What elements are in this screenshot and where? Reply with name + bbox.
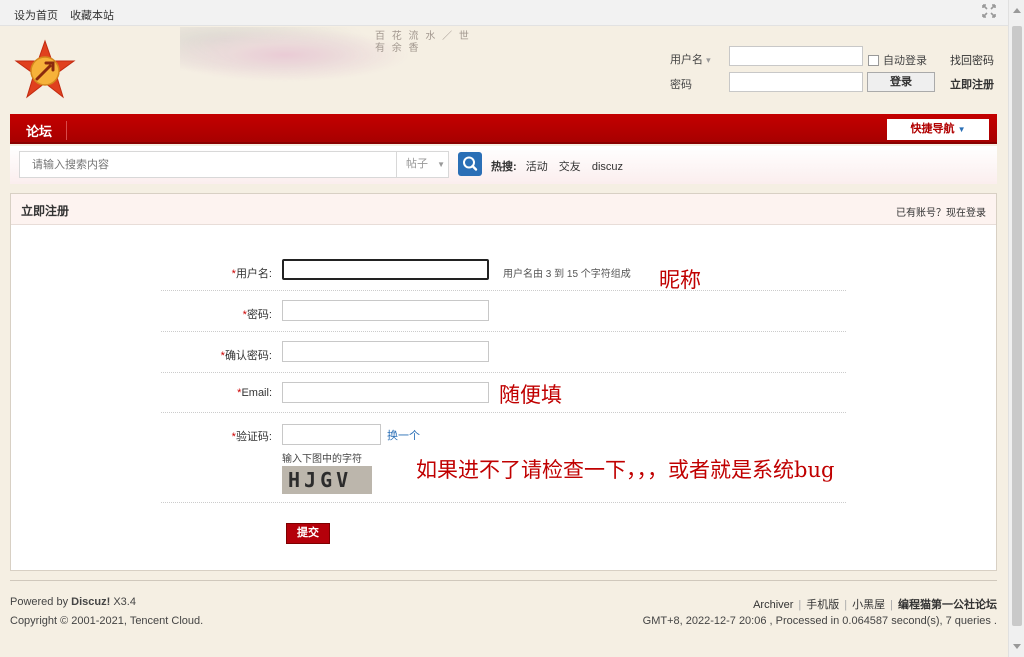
captcha-hint: 输入下图中的字符: [282, 454, 362, 465]
note-captcha: 如果进不了请检查一下，，，或者就是系统bug: [416, 458, 835, 482]
confirm-password-field[interactable]: [282, 341, 489, 362]
password-field-label: *密码:: [242, 309, 272, 321]
site-logo[interactable]: [12, 39, 78, 101]
footer-link-archiver[interactable]: Archiver: [753, 599, 793, 611]
hot-searches: 热搜: 活动 交友 discuz: [491, 158, 631, 174]
login-button[interactable]: 登录: [867, 72, 935, 92]
form-row-password: *密码:: [161, 291, 846, 332]
fullscreen-toggle-icon[interactable]: [982, 4, 996, 21]
chevron-down-icon: ▼: [437, 160, 445, 169]
auto-login[interactable]: 自动登录: [868, 52, 927, 68]
search-button[interactable]: [458, 152, 482, 176]
search-icon: [463, 156, 478, 171]
footer-link-blacklist[interactable]: 小黑屋: [852, 599, 885, 611]
scrollbar-thumb[interactable]: [1012, 26, 1022, 626]
confirm-password-field-label: *确认密码:: [220, 350, 272, 362]
hot-search-item[interactable]: 交友: [559, 161, 581, 173]
email-field[interactable]: [282, 382, 489, 403]
auto-login-checkbox[interactable]: [868, 55, 879, 66]
note-email: 随便填: [499, 383, 562, 407]
header-decoration-image: 百 花 流 水 ／ 世 有 余 香: [180, 27, 480, 97]
email-field-label: *Email:: [237, 387, 272, 399]
submit-button[interactable]: 提交: [286, 523, 330, 544]
search-bar: 帖子 ▼ 热搜: 活动 交友 discuz: [10, 146, 997, 184]
register-link[interactable]: 立即注册: [950, 76, 994, 92]
top-links: 设为首页 收藏本站: [14, 7, 123, 23]
form-row-confirm-password: *确认密码:: [161, 332, 846, 373]
login-username-input[interactable]: [729, 46, 863, 66]
set-home-link[interactable]: 设为首页: [14, 10, 58, 22]
form-row-username: *用户名: 用户名由 3 到 15 个字符组成: [161, 256, 846, 291]
footer-site-name[interactable]: 编程猫第一公社论坛: [898, 599, 997, 611]
register-panel-header: 立即注册 已有账号？现在登录: [11, 194, 996, 225]
chevron-down-icon: ▼: [957, 125, 966, 134]
password-field[interactable]: [282, 300, 489, 321]
username-field[interactable]: [282, 259, 489, 280]
search-type-select[interactable]: 帖子 ▼: [396, 151, 449, 178]
site-footer: Powered by Discuz! X3.4 Copyright © 2001…: [10, 580, 997, 640]
password-label: 密码: [670, 79, 692, 91]
page-title: 立即注册: [21, 204, 70, 218]
login-now-link[interactable]: 已有账号？现在登录: [896, 204, 986, 219]
captcha-image[interactable]: HJGV: [282, 466, 372, 494]
site-header: 百 花 流 水 ／ 世 有 余 香 用户名 ▾ 自动登录 找回密码 密码 登录 …: [0, 27, 1008, 113]
bookmark-link[interactable]: 收藏本站: [70, 10, 114, 22]
username-field-label: *用户名:: [231, 268, 272, 280]
search-input[interactable]: [19, 151, 396, 178]
hot-search-label: 热搜:: [491, 161, 517, 173]
hot-search-item[interactable]: discuz: [592, 161, 623, 173]
captcha-field[interactable]: [282, 424, 381, 445]
scroll-down-icon[interactable]: [1013, 644, 1021, 649]
username-label: 用户名 ▾: [670, 54, 711, 66]
register-panel: 立即注册 已有账号？现在登录 *用户名: 用户名由 3 到 15 个字符组成 昵…: [10, 193, 997, 571]
note-username: 昵称: [659, 268, 701, 292]
find-password-link[interactable]: 找回密码: [950, 52, 994, 68]
page-scrollbar[interactable]: [1008, 0, 1024, 657]
footer-link-mobile[interactable]: 手机版: [806, 599, 839, 611]
copyright: Copyright © 2001-2021, Tencent Cloud.: [10, 615, 204, 627]
scroll-up-icon[interactable]: [1013, 8, 1021, 13]
hot-search-item[interactable]: 活动: [526, 161, 548, 173]
decoration-verse: 百 花 流 水 ／ 世 有 余 香: [375, 31, 471, 54]
main-nav: 论坛 快捷导航 ▼: [10, 114, 997, 144]
quick-nav-button[interactable]: 快捷导航 ▼: [887, 119, 989, 140]
captcha-refresh-link[interactable]: 换一个: [387, 427, 420, 443]
captcha-field-label: *验证码:: [231, 431, 272, 443]
top-bar: 设为首页 收藏本站: [0, 0, 1008, 26]
powered-by: Powered by Discuz! X3.4: [10, 596, 136, 608]
footer-stats: GMT+8, 2022-12-7 20:06 , Processed in 0.…: [642, 615, 997, 627]
username-hint: 用户名由 3 到 15 个字符组成: [503, 269, 631, 280]
footer-links: Archiver | 手机版 | 小黑屋 | 编程猫第一公社论坛: [753, 599, 997, 611]
discuz-link[interactable]: Discuz!: [71, 596, 110, 608]
login-password-input[interactable]: [729, 72, 863, 92]
nav-item-forum[interactable]: 论坛: [26, 121, 68, 140]
